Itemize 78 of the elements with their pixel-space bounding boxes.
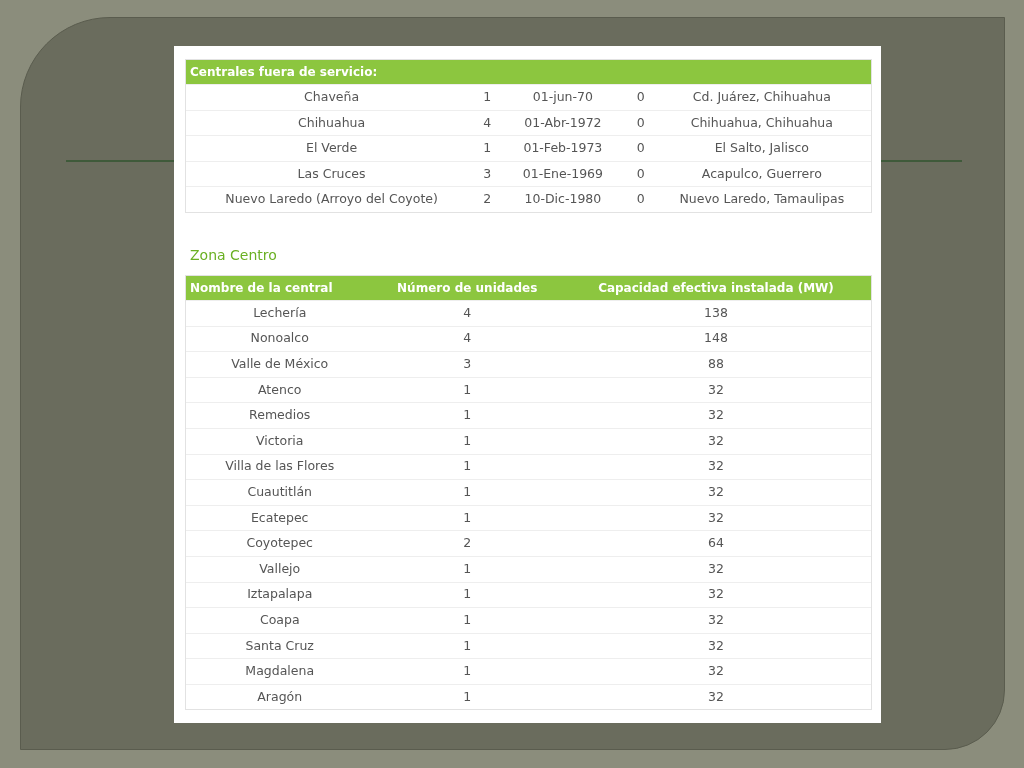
table-cell-text: Cuautitlán (246, 483, 313, 502)
table-cell-text: 0 (635, 139, 646, 158)
table-cell-text: 1 (462, 585, 473, 604)
table-cell-text: 32 (707, 431, 725, 450)
column-header: Nombre de la central (189, 279, 334, 297)
table-title: Centrales fuera de servicio: (186, 60, 871, 84)
table-cell-text: Lechería (252, 303, 308, 322)
table-cell-text: 0 (635, 164, 646, 183)
table-cell-text: Remedios (248, 406, 312, 425)
table-cell-text: 32 (707, 406, 725, 425)
table-cell-text: 0 (635, 190, 646, 209)
table-cell-text: 1 (462, 457, 473, 476)
column-header: Número de unidades (396, 279, 539, 297)
table-cell-text: 1 (462, 431, 473, 450)
table-cell-text: Villa de las Flores (224, 457, 336, 476)
table-cell-text: El Verde (305, 139, 359, 158)
table-cell-text: 88 (707, 355, 725, 374)
table-cell-text: 1 (462, 636, 473, 655)
table-cell-text: 10-Dic-1980 (523, 190, 603, 209)
table-cell-text: 1 (462, 483, 473, 502)
table-cell-text: 1 (462, 406, 473, 425)
table-cell-text: 64 (707, 534, 725, 553)
table-cell-text: Vallejo (258, 559, 302, 578)
table-cell-text: Nonoalco (249, 329, 310, 348)
column-header: Capacidad efectiva instalada (MW) (597, 279, 835, 297)
table-cell-text: 1 (462, 559, 473, 578)
table-cell-text: 1 (462, 662, 473, 681)
table-cell-text: 01-Abr-1972 (523, 113, 603, 132)
table-cell-text: Magdalena (244, 662, 316, 681)
table-cell-text: Chaveña (303, 87, 361, 106)
table-cell-text: 1 (462, 687, 473, 706)
table-cell-text: 4 (462, 329, 473, 348)
table-cell-text: 1 (482, 139, 493, 158)
table-cell-text: 01-Feb-1973 (522, 139, 604, 158)
table-cell-text: Las Cruces (296, 164, 367, 183)
table-cell-text: 32 (707, 559, 725, 578)
table-cell-text: Nuevo Laredo, Tamaulipas (678, 190, 846, 209)
table-cell-text: 32 (707, 636, 725, 655)
table-cell-text: Iztapalapa (246, 585, 314, 604)
table-cell-text: 2 (482, 190, 493, 209)
table-cell-text: 3 (462, 355, 473, 374)
table-cell-text: 32 (707, 687, 725, 706)
table-cell-text: 32 (707, 611, 725, 629)
table-cell-text: Valle de México (230, 355, 330, 374)
section-heading: Zona Centro (190, 245, 278, 264)
table-cell-text: Cd. Juárez, Chihuahua (691, 87, 832, 106)
table-cell-text: 2 (462, 534, 473, 553)
table-cell-text: Victoria (255, 431, 305, 450)
table-cell-text: 32 (707, 483, 725, 502)
table-cell-text: 4 (462, 303, 473, 322)
table-cell-text: 32 (707, 662, 725, 681)
table-cell-text: El Salto, Jalisco (713, 139, 810, 158)
table-cell-text: 32 (707, 585, 725, 604)
table-cell-text: Coapa (258, 611, 301, 629)
table-cell-text: 1 (462, 508, 473, 527)
table-cell-text: 32 (707, 508, 725, 527)
table-cell-text: 148 (703, 329, 729, 348)
table-cell-text: 1 (462, 380, 473, 399)
table-cell-text: Atenco (257, 380, 303, 399)
table-cell-text: 0 (635, 87, 646, 106)
table-cell-text: Nuevo Laredo (Arroyo del Coyote) (224, 190, 439, 209)
table-cell-text: Santa Cruz (244, 636, 315, 655)
table-cell-text: 4 (482, 113, 493, 132)
table-cell-text: Coyotepec (245, 534, 314, 553)
table-cell-text: Ecatepec (249, 508, 310, 527)
table-cell-text: Acapulco, Guerrero (700, 164, 823, 183)
table-cell-text: Chihuahua (297, 113, 367, 132)
table-cell-text: 32 (707, 457, 725, 476)
table-cell-text: 32 (707, 380, 725, 399)
table-cell-text: 0 (635, 113, 646, 132)
table-cell-text: Chihuahua, Chihuahua (689, 113, 834, 132)
table-cell-text: 1 (462, 611, 473, 629)
table-cell-text: 3 (482, 164, 493, 183)
table-cell-text: Aragón (256, 687, 304, 706)
table-cell-text: 01-jun-70 (531, 87, 594, 106)
table-cell-text: 01-Ene-1969 (521, 164, 604, 183)
table-cell-text: 1 (482, 87, 493, 106)
table-cell-text: 138 (703, 303, 729, 322)
